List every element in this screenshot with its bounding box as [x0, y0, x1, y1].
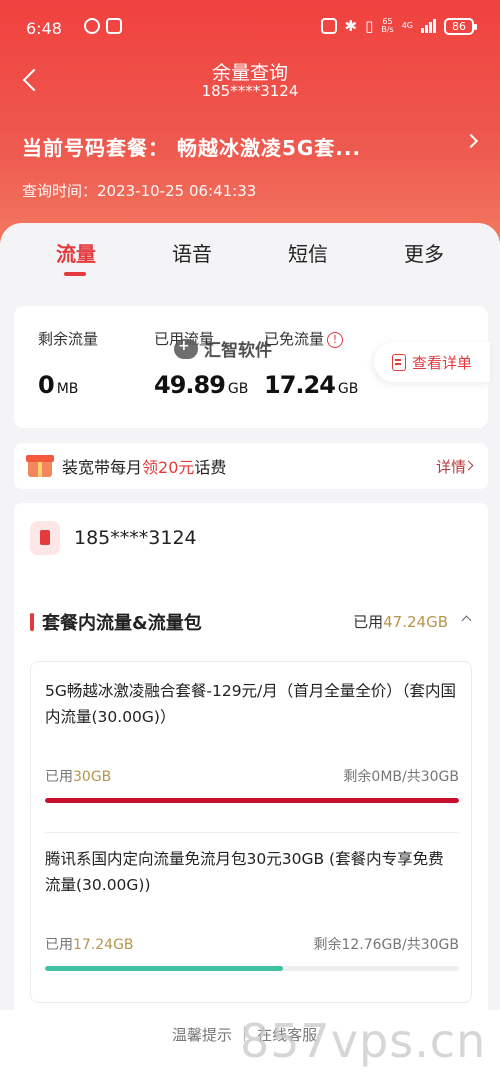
promo-more-link[interactable]: 详情	[436, 456, 466, 477]
info-icon[interactable]: !	[327, 332, 344, 348]
promo-banner[interactable]: 装宽带每月领20元话费 详情	[14, 443, 488, 489]
net-speed-icon: 65 B/s	[381, 17, 394, 34]
battery-icon: 86	[444, 17, 477, 35]
remaining-label: 剩余流量	[38, 330, 99, 348]
package-divider	[45, 832, 459, 833]
tab-bar: 流量 语音 短信 更多	[0, 228, 500, 288]
query-time: 查询时间：2023-10-25 06:41:33	[22, 182, 257, 200]
page-title: 余量查询	[211, 62, 288, 84]
site-watermark: 857vps.cn	[240, 1014, 487, 1068]
package-progress-fill	[45, 798, 459, 803]
page-subtitle: 185****3124	[201, 82, 299, 100]
nfc-icon	[106, 18, 122, 34]
gift-icon	[26, 455, 54, 477]
section-accent-bar	[30, 613, 34, 631]
package-item: 腾讯系国内定向流量免流月包30元30GB (套餐内专享免费流量(30.00G))…	[45, 846, 459, 971]
package-name: 5G畅越冰激凌融合套餐-129元/月（首月全量全价）（套内国内流量(30.00G…	[45, 682, 457, 726]
chevron-right-icon	[463, 133, 479, 149]
view-details-label: 查看详单	[411, 353, 472, 372]
status-time: 6:48	[26, 19, 62, 38]
status-bar: 6:48 ✱ ▯ 65 B/s 4G 86	[0, 0, 500, 54]
free-label: 已免流量	[264, 330, 325, 348]
free-unit: GB	[337, 381, 359, 397]
sim-card-icon	[30, 521, 60, 555]
package-used: 已用30GB	[45, 769, 112, 785]
account-number: 185****3124	[74, 527, 197, 549]
usage-summary-card: 剩余流量 0MB 已用流量 49.89GB 已免流量! 17.24GB 查看详单	[14, 306, 490, 428]
remaining-data: 剩余流量 0 MB	[38, 328, 98, 399]
tab-more[interactable]: 更多	[384, 238, 464, 267]
nav-bar: 余量查询 185****3124	[0, 54, 500, 108]
document-icon	[391, 353, 406, 371]
plan-label: 当前号码套餐： 畅越冰激凌5G套...	[22, 136, 362, 160]
package-progress-track	[45, 798, 459, 803]
plan-row[interactable]: 当前号码套餐： 畅越冰激凌5G套...	[22, 132, 482, 161]
chevron-up-icon[interactable]	[461, 615, 472, 626]
free-data: 已免流量! 17.24 GB	[264, 328, 358, 399]
net-type-icon: 4G	[401, 21, 413, 30]
package-name: 腾讯系国内定向流量免流月包30元30GB (套餐内专享免费流量(30.00G))	[45, 850, 444, 894]
free-value: 17.24	[264, 371, 336, 399]
section-title: 套餐内流量&流量包	[42, 613, 202, 634]
remaining-unit: MB	[56, 381, 79, 397]
promo-text: 装宽带每月领20元话费	[62, 458, 227, 477]
tab-sms[interactable]: 短信	[268, 238, 348, 267]
gamepad-icon	[174, 338, 198, 359]
tips-link[interactable]: 温馨提示	[172, 1024, 232, 1045]
remaining-value: 0	[38, 371, 55, 399]
package-card: 185****3124 套餐内流量&流量包 已用47.24GB 5G畅越冰激凌融…	[14, 503, 488, 1023]
tab-active-indicator	[64, 272, 86, 276]
watermark-text: 汇智软件	[204, 341, 272, 361]
signal-icon	[421, 19, 436, 33]
vibrate-icon: ▯	[365, 17, 374, 35]
package-progress-track	[45, 966, 459, 971]
watermark-overlay: 汇智软件	[174, 336, 272, 361]
alarm-icon	[320, 18, 337, 34]
status-left-icons	[84, 18, 122, 34]
notification-icon	[84, 18, 100, 34]
used-unit: GB	[227, 381, 249, 397]
package-item: 5G畅越冰激凌融合套餐-129元/月（首月全量全价）（套内国内流量(30.00G…	[45, 678, 459, 803]
tab-data[interactable]: 流量	[36, 238, 116, 267]
status-right-icons: ✱ ▯ 65 B/s 4G 86	[320, 17, 477, 35]
view-details-button[interactable]: 查看详单	[374, 342, 490, 382]
package-remaining: 剩余12.76GB/共30GB	[313, 937, 459, 953]
account-row: 185****3124	[30, 521, 197, 555]
package-remaining: 剩余0MB/共30GB	[343, 769, 459, 785]
bluetooth-icon: ✱	[344, 17, 358, 35]
package-used: 已用17.24GB	[45, 937, 134, 953]
used-value: 49.89	[154, 371, 226, 399]
package-list: 5G畅越冰激凌融合套餐-129元/月（首月全量全价）（套内国内流量(30.00G…	[30, 661, 472, 1003]
package-progress-fill	[45, 966, 284, 971]
tab-voice[interactable]: 语音	[152, 238, 232, 267]
section-used: 已用47.24GB	[353, 613, 448, 631]
